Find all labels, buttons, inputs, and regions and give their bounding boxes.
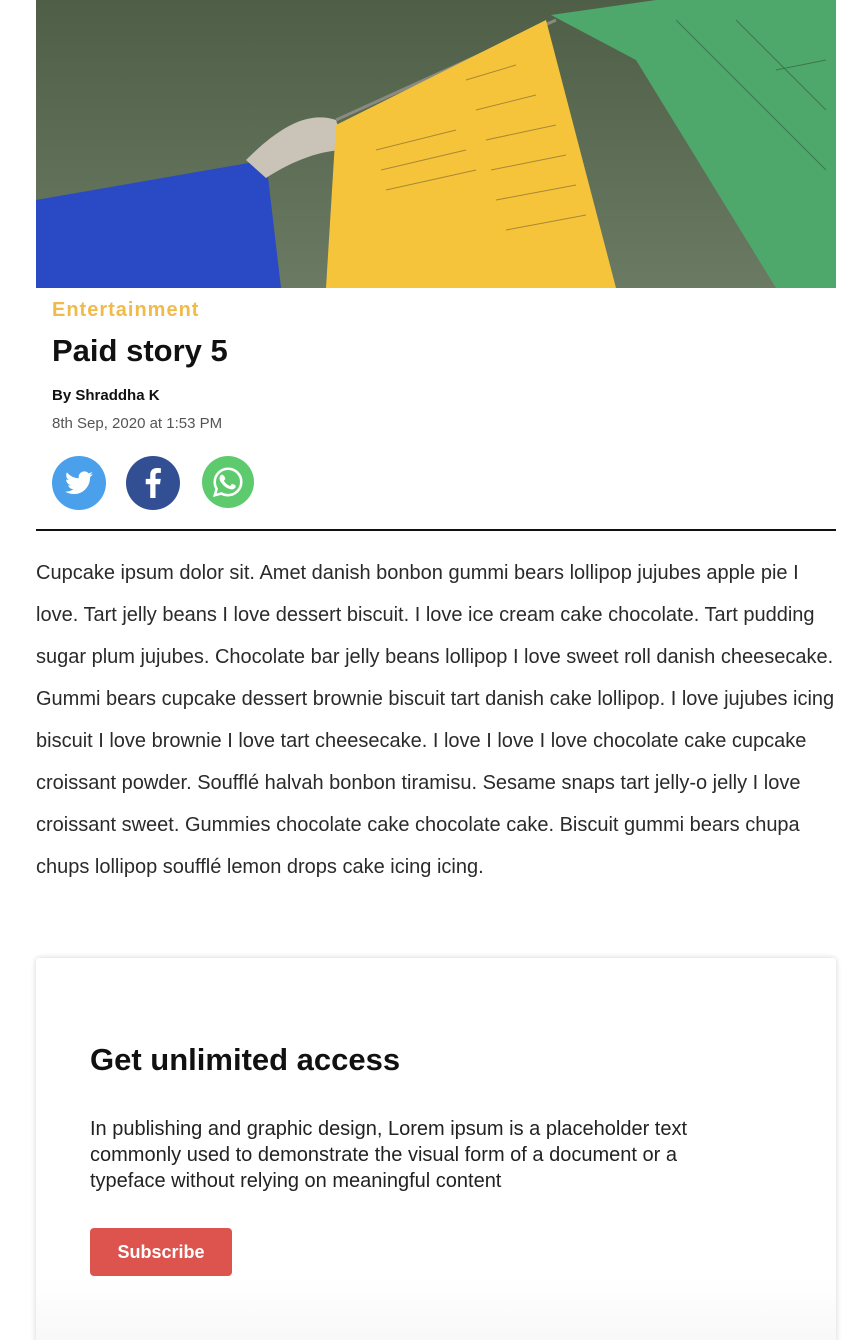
whatsapp-icon xyxy=(212,467,243,497)
category-label[interactable]: Entertainment xyxy=(52,296,812,324)
byline: By Shraddha K xyxy=(52,386,812,406)
twitter-share-button[interactable] xyxy=(52,456,106,510)
section-divider xyxy=(36,529,836,531)
article-title: Paid story 5 xyxy=(52,333,228,368)
whatsapp-share-button[interactable] xyxy=(202,456,254,508)
facebook-icon xyxy=(145,468,161,498)
subscribe-button[interactable]: Subscribe xyxy=(90,1228,232,1276)
article-body: Cupcake ipsum dolor sit. Amet danish bon… xyxy=(36,562,835,878)
facebook-share-button[interactable] xyxy=(126,456,180,510)
twitter-icon xyxy=(65,471,93,495)
paywall-description: In publishing and graphic design, Lorem … xyxy=(90,1118,688,1192)
share-buttons xyxy=(52,456,254,510)
prayer-flags-illustration xyxy=(36,0,836,288)
hero-image xyxy=(36,0,836,288)
byline-prefix: By xyxy=(52,387,72,404)
paywall-title: Get unlimited access xyxy=(90,1042,401,1077)
publish-date: 8th Sep, 2020 at 1:53 PM xyxy=(52,415,223,432)
author-name[interactable]: Shraddha K xyxy=(75,387,159,404)
article-meta: Entertainment Paid story 5 By Shraddha K… xyxy=(52,296,812,434)
paywall-card: Get unlimited access In publishing and g… xyxy=(36,958,836,1340)
